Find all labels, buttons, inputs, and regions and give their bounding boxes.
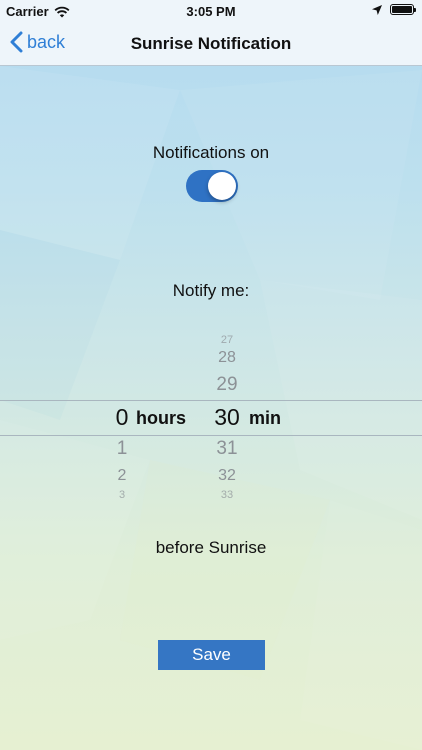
minutes-above-2: 28 xyxy=(218,349,236,366)
minutes-above-3: 29 xyxy=(216,374,238,395)
minutes-below-2: 32 xyxy=(218,467,236,484)
before-sunrise-label: before Sunrise xyxy=(155,538,267,557)
minutes-above-1: 27 xyxy=(220,334,234,346)
minutes-selected: 30 xyxy=(214,404,240,430)
minutes-unit: min xyxy=(249,408,282,428)
status-bar: Carrier 3:05 PM xyxy=(0,0,422,22)
notify-me-label: Notify me: xyxy=(172,281,250,300)
navigation-bar: back Sunrise Notification xyxy=(0,22,422,66)
hours-below-3: 3 xyxy=(118,489,126,501)
hours-below-1: 1 xyxy=(116,438,128,459)
minutes-wheel[interactable]: 27 28 29 30 31 32 33 xyxy=(206,324,248,514)
toggle-knob xyxy=(208,172,236,200)
notifications-label: Notifications on xyxy=(152,143,270,162)
notifications-toggle[interactable] xyxy=(186,170,238,202)
battery-icon xyxy=(390,4,416,15)
hours-below-2: 2 xyxy=(117,467,127,484)
status-time: 3:05 PM xyxy=(186,4,236,19)
page-title: Sunrise Notification xyxy=(130,34,292,53)
status-right-group xyxy=(372,4,416,15)
hours-unit: hours xyxy=(136,408,187,428)
minutes-below-3: 33 xyxy=(220,489,234,501)
main-content: Notifications on Notify me: 0 1 2 3 hour… xyxy=(0,66,422,750)
save-button[interactable]: Save xyxy=(158,640,265,670)
time-picker: 0 1 2 3 hours 27 28 29 30 31 32 33 min xyxy=(0,324,422,514)
location-arrow-icon xyxy=(372,4,382,15)
minutes-below-1: 31 xyxy=(216,438,238,459)
